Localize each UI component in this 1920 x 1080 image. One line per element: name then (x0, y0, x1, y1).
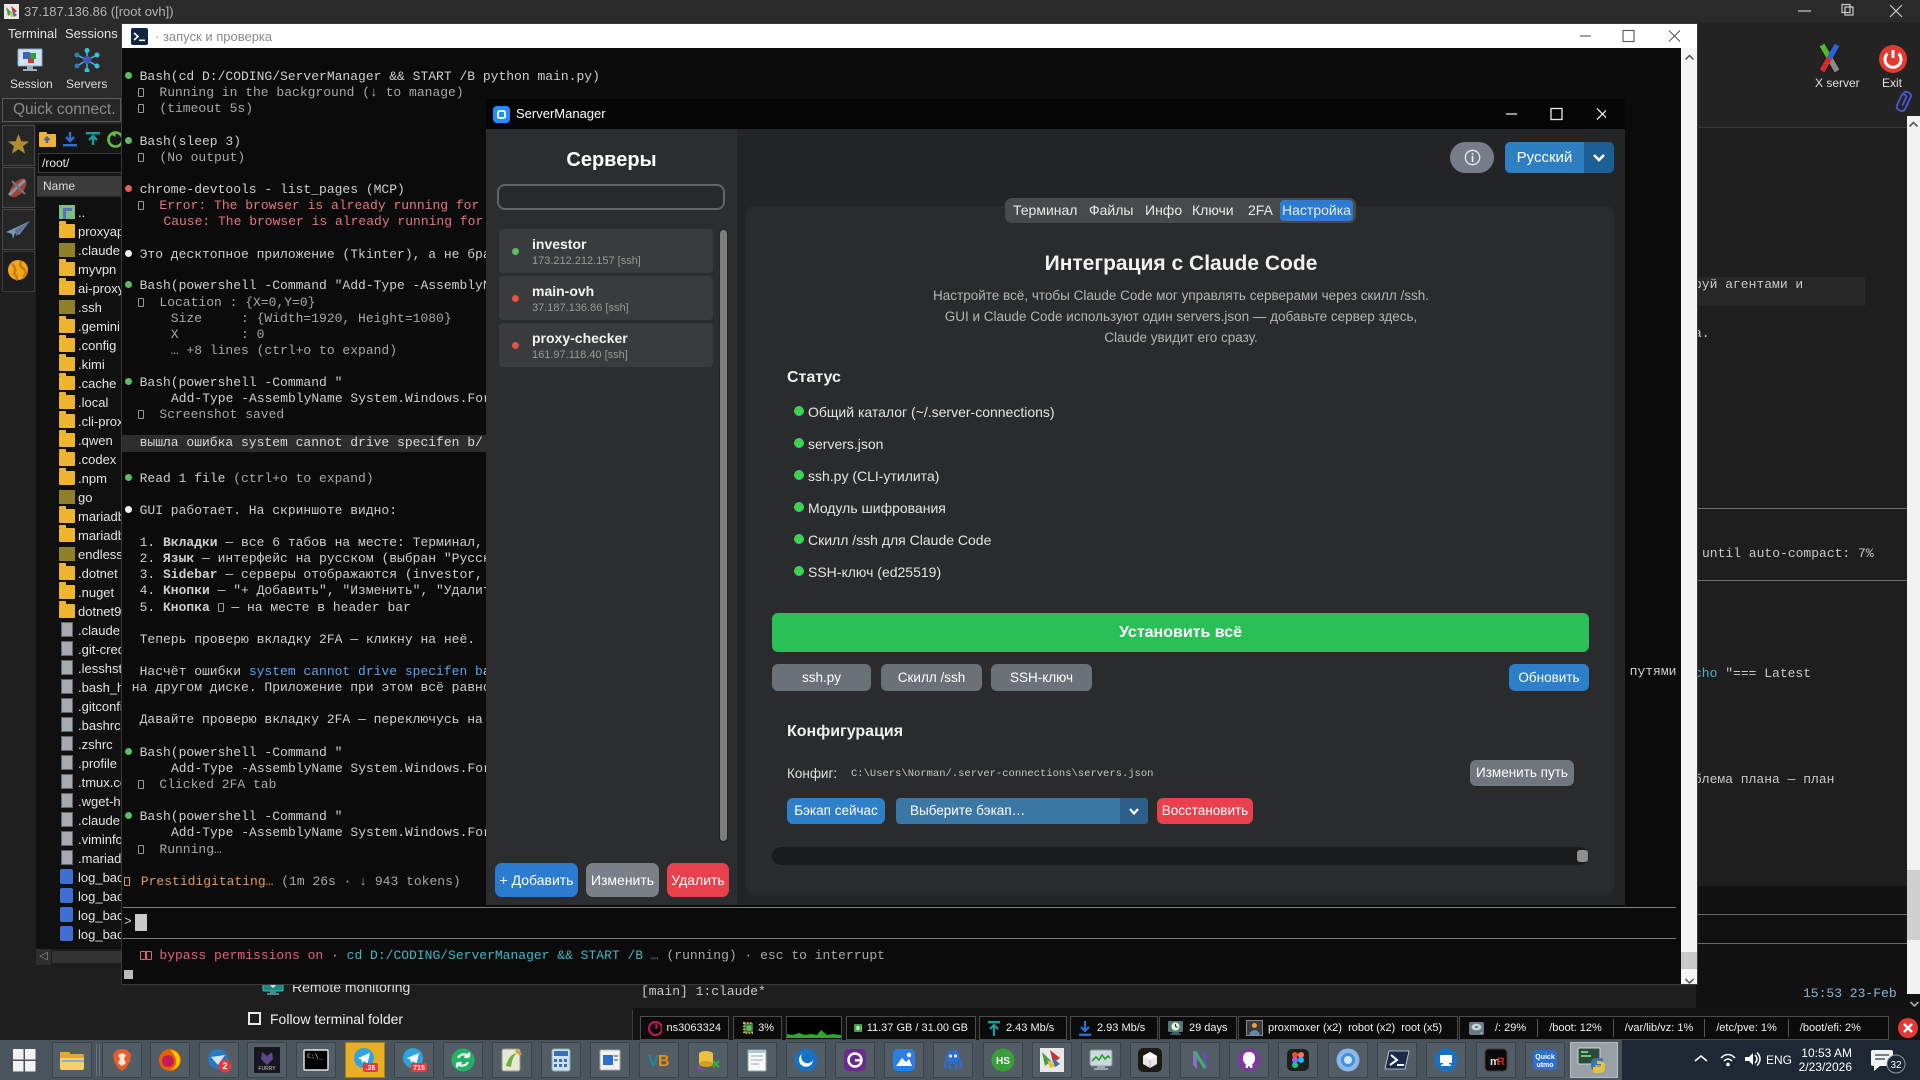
svg-text:32: 32 (1890, 1060, 1902, 1071)
svg-text:2: 2 (222, 1061, 227, 1071)
svg-text:C:\_: C:\_ (307, 1052, 323, 1060)
svg-text:HS: HS (996, 1056, 1010, 1067)
svg-text:R: R (1497, 1056, 1505, 1068)
svg-text:B: B (658, 1053, 670, 1070)
svg-text:utmo: utmo (1536, 1062, 1553, 1069)
svg-text:Quick: Quick (1535, 1054, 1555, 1061)
svg-text:.26: .26 (366, 1065, 376, 1072)
svg-text:715: 715 (413, 1065, 425, 1072)
svg-text:FURRY: FURRY (258, 1066, 276, 1072)
